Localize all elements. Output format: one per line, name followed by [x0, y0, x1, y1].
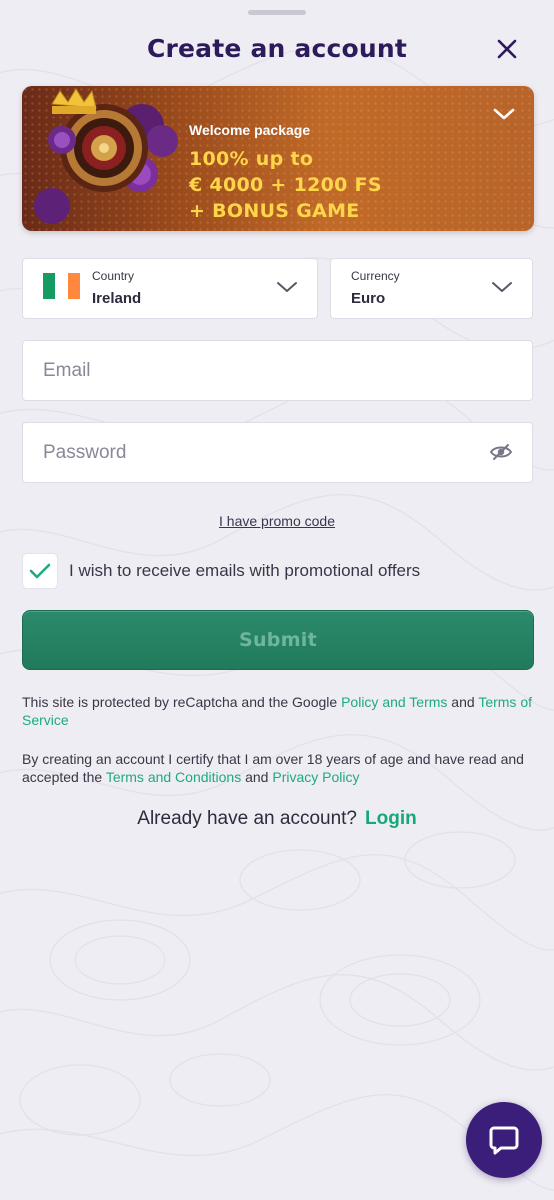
newsletter-checkbox[interactable]: [22, 553, 58, 589]
signup-sheet: Create an account Welcome package 100% u…: [0, 0, 554, 1200]
welcome-banner[interactable]: Welcome package 100% up to € 4000 + 1200…: [22, 86, 534, 231]
chevron-down-icon: [277, 282, 297, 292]
banner-offer: 100% up to € 4000 + 1200 FS + BONUS GAME: [189, 146, 382, 224]
age-notice: By creating an account I certify that I …: [22, 750, 532, 786]
sheet-grabber[interactable]: [248, 10, 306, 15]
currency-label: Currency: [351, 269, 400, 283]
chevron-down-icon: [492, 282, 512, 292]
newsletter-label: I wish to receive emails with promotiona…: [69, 561, 421, 580]
page-title: Create an account: [146, 34, 408, 63]
country-select[interactable]: Country Ireland: [22, 258, 318, 319]
recaptcha-text: This site is protected by reCaptcha and …: [22, 694, 342, 710]
policy-link[interactable]: Policy and Terms: [341, 694, 447, 710]
chevron-down-icon[interactable]: [492, 106, 516, 122]
currency-value: Euro: [351, 290, 386, 307]
email-field-box: [22, 340, 533, 401]
terms-conditions-link[interactable]: Terms and Conditions: [106, 769, 241, 785]
chat-button[interactable]: [466, 1102, 542, 1178]
country-value: Ireland: [92, 290, 142, 307]
close-icon: [497, 39, 517, 59]
submit-label: Submit: [238, 629, 317, 651]
and-text: and: [241, 769, 273, 785]
banner-label: Welcome package: [189, 122, 311, 138]
offer-line: + BONUS GAME: [189, 200, 360, 222]
password-field-box: [22, 422, 533, 483]
eye-off-icon[interactable]: [489, 442, 513, 462]
check-icon: [29, 563, 51, 579]
flag-stripe-green: [43, 273, 56, 299]
and-text: and: [447, 694, 479, 710]
chat-icon: [489, 1126, 519, 1155]
offer-line: € 4000 + 1200 FS: [189, 174, 382, 196]
currency-select[interactable]: Currency Euro: [330, 258, 533, 319]
password-input[interactable]: [23, 423, 532, 482]
privacy-policy-link[interactable]: Privacy Policy: [272, 769, 359, 785]
offer-line: 100% up to: [189, 148, 314, 170]
email-input[interactable]: [23, 341, 532, 400]
roulette-artwork: [34, 88, 178, 224]
flag-stripe-white: [55, 273, 68, 299]
login-prompt: Already have an account? Login: [0, 808, 554, 830]
recaptcha-notice: This site is protected by reCaptcha and …: [22, 693, 532, 729]
submit-button[interactable]: Submit: [22, 610, 534, 670]
promo-code-link[interactable]: I have promo code: [0, 513, 554, 529]
flag-stripe-orange: [67, 273, 80, 299]
close-button[interactable]: [492, 34, 522, 64]
login-link[interactable]: Login: [365, 808, 417, 829]
country-label: Country: [92, 269, 135, 283]
have-account-text: Already have an account?: [137, 808, 357, 829]
ireland-flag-icon: [43, 273, 80, 299]
